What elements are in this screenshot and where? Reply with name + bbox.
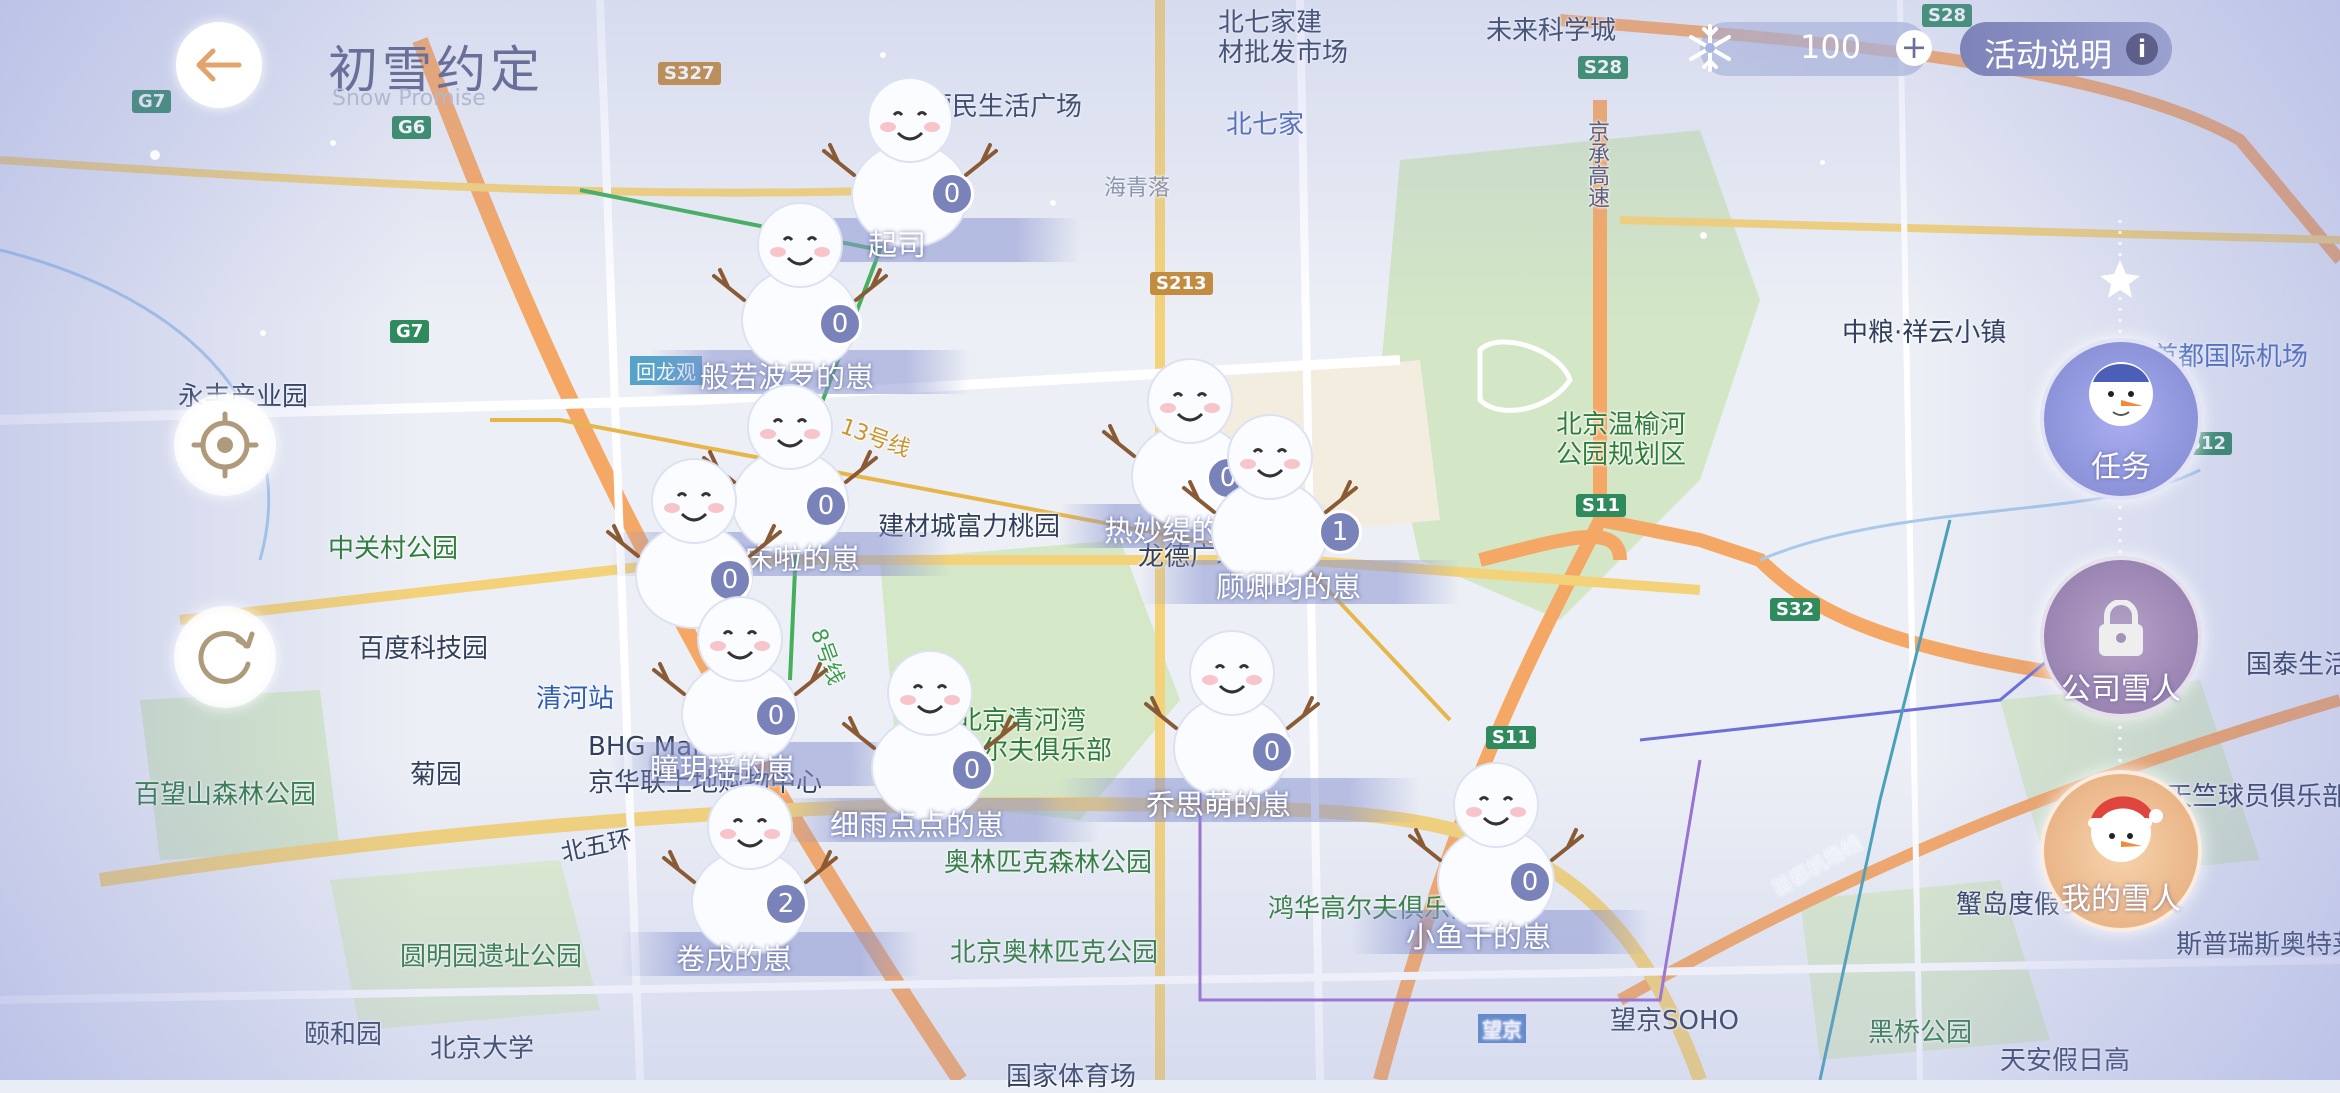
task-label: 任务 xyxy=(2091,450,2151,485)
lock-icon xyxy=(2099,600,2143,656)
crosshair-icon xyxy=(191,411,259,479)
snowman-icon xyxy=(712,202,888,373)
snowflake-icon xyxy=(1689,24,1731,72)
locate-button[interactable] xyxy=(174,394,276,496)
poi-label: 材批发市场 xyxy=(1218,38,1349,68)
poi-label: 国泰生活 xyxy=(2246,650,2340,680)
road-shield: S11 xyxy=(1486,726,1537,749)
snowman-marker[interactable] xyxy=(1396,750,1596,940)
poi-label: 国家体育场 xyxy=(1006,1062,1137,1092)
road-shield: G7 xyxy=(390,320,430,343)
poi-label: 北京大学 xyxy=(430,1034,535,1064)
poi-label: 公园规划区 xyxy=(1556,440,1687,470)
snowman-count-badge: 0 xyxy=(804,484,848,528)
poi-label: 海青落 xyxy=(1104,176,1171,201)
refresh-icon xyxy=(198,631,255,684)
poi-label: 斯普瑞斯奥特莱 xyxy=(2176,930,2340,960)
poi-label: 清河站 xyxy=(536,684,615,714)
poi-label: 中关村公园 xyxy=(328,534,459,564)
poi-label: 圆明园遗址公园 xyxy=(400,942,583,972)
snow-particle xyxy=(1700,232,1707,239)
poi-label: 颐和园 xyxy=(304,1020,383,1050)
santa-snowman-icon xyxy=(2088,796,2163,862)
snowman-icon xyxy=(1408,762,1584,933)
snow-particle xyxy=(150,150,160,160)
road-shield: S32 xyxy=(1770,598,1821,621)
snowman-icon xyxy=(1144,630,1320,801)
snowman-name: 顾卿昀的崽 xyxy=(1216,570,1362,604)
snowman-icon xyxy=(662,784,838,955)
road-shield: G6 xyxy=(392,116,432,139)
my-snowman-button[interactable]: 我的雪人 xyxy=(2040,770,2202,932)
poi-label: 望京 xyxy=(1478,1014,1526,1043)
arrow-left-icon xyxy=(196,48,242,82)
snowman-count-badge: 0 xyxy=(1508,860,1552,904)
road-shield: S213 xyxy=(1150,272,1213,295)
road-shield: S327 xyxy=(658,62,721,85)
my-snowman-label: 我的雪人 xyxy=(2061,882,2181,917)
snowman-marker[interactable] xyxy=(650,772,850,962)
poi-label: 望京SOHO xyxy=(1610,1006,1739,1036)
poi-label: 天安假日高 xyxy=(2000,1046,2131,1076)
snowman-marker[interactable] xyxy=(830,638,1030,828)
snowman-name: 细雨点点的崽 xyxy=(830,808,1005,842)
activity-rules-button[interactable]: 活动说明 i xyxy=(1960,22,2172,76)
snow-particle xyxy=(330,140,336,146)
snowman-count-badge: 0 xyxy=(1250,730,1294,774)
poi-label: 天竺球员俱乐部 xyxy=(2166,782,2340,812)
snowman-count-badge: 1 xyxy=(1318,510,1362,554)
snowman-count-badge: 0 xyxy=(754,694,798,738)
snowman-face-icon xyxy=(2089,362,2153,426)
poi-label: 未来科学城 xyxy=(1486,16,1617,46)
info-icon: i xyxy=(2126,33,2158,65)
road-shield: S28 xyxy=(1578,56,1629,79)
company-snowman-button[interactable]: 公司雪人 xyxy=(2040,556,2202,718)
snowman-count-badge: 0 xyxy=(950,748,994,792)
task-button[interactable]: 任务 xyxy=(2040,338,2202,500)
poi-label: 京承高速 xyxy=(1584,120,1609,208)
snow-particle xyxy=(260,330,266,336)
snowman-name: 乔思萌的崽 xyxy=(1146,788,1292,822)
back-button[interactable] xyxy=(176,22,262,108)
poi-label: 百望山森林公园 xyxy=(134,780,317,810)
snow-particle xyxy=(1820,160,1825,165)
refresh-button[interactable] xyxy=(174,606,276,708)
poi-label: 北七家 xyxy=(1226,110,1305,140)
road-shield: G7 xyxy=(132,90,172,113)
snowman-icon xyxy=(842,650,1018,821)
poi-label: 菊园 xyxy=(410,760,463,790)
company-snowman-label: 公司雪人 xyxy=(2061,672,2181,707)
snow-count: 100 xyxy=(1800,28,1862,66)
snowman-marker[interactable] xyxy=(1132,618,1332,808)
snowman-count-badge: 0 xyxy=(818,302,862,346)
page-subtitle: Snow Promise xyxy=(332,86,486,111)
snowman-count-badge: 2 xyxy=(764,882,808,926)
snowman-name: 小鱼干的崽 xyxy=(1406,920,1552,954)
activity-rules-label: 活动说明 xyxy=(1984,36,2113,74)
road-shield: S28 xyxy=(1922,4,1973,27)
snowman-marker[interactable] xyxy=(700,190,900,380)
poi-label: 中粮·祥云小镇 xyxy=(1842,318,2007,348)
snow-particle xyxy=(880,52,886,58)
poi-label: 黑桥公园 xyxy=(1868,1018,1973,1048)
poi-label: 北京奥林匹克公园 xyxy=(950,938,1159,968)
snowman-name: 卷戌的崽 xyxy=(676,942,793,976)
snow-particle xyxy=(1050,200,1056,206)
add-snow-button[interactable]: + xyxy=(1896,30,1932,66)
poi-label: 百度科技园 xyxy=(358,634,489,664)
road-shield: S11 xyxy=(1576,494,1627,517)
snowman-count-badge: 0 xyxy=(930,172,974,216)
poi-label: 奥林匹克森林公园 xyxy=(944,848,1153,878)
